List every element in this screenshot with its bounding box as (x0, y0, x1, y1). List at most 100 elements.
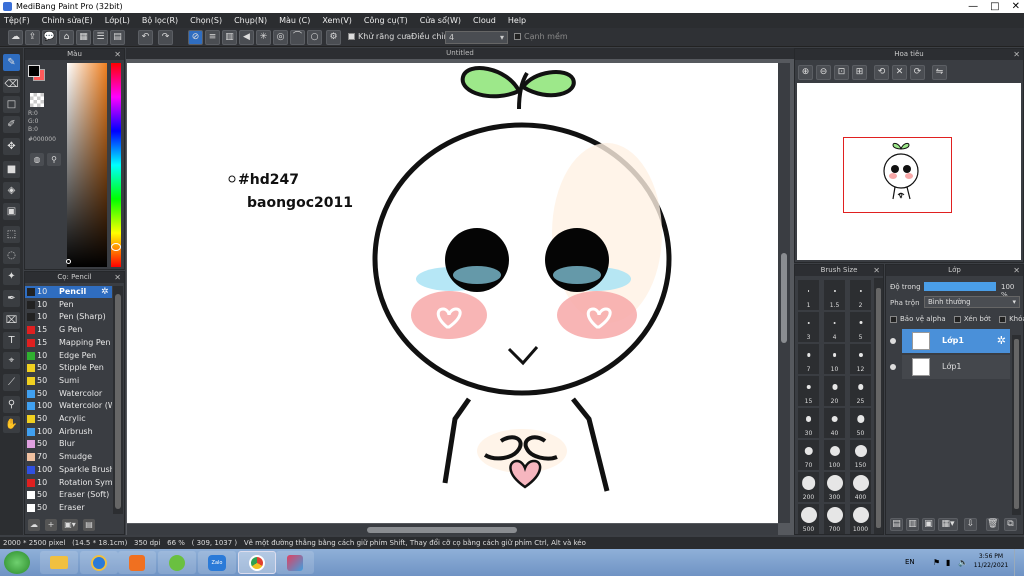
brush-menu-icon[interactable]: ▣▾ (62, 519, 78, 531)
zoom-out-icon[interactable]: ⊖ (816, 65, 831, 80)
scrollbar-thumb[interactable] (1014, 339, 1019, 509)
close-icon[interactable]: ✕ (114, 272, 121, 283)
brush-size-option[interactable]: 700 (824, 504, 845, 534)
brush-size-option[interactable]: 50 (850, 408, 871, 438)
language-indicator[interactable]: EN (905, 558, 915, 566)
curve-snap-icon[interactable]: ⌒ (290, 30, 305, 45)
media-player-icon[interactable] (118, 551, 156, 574)
scrollbar-thumb[interactable] (115, 294, 121, 509)
gradient-tool-icon[interactable]: ▣ (3, 203, 20, 220)
clipping-checkbox[interactable] (953, 315, 961, 323)
hue-slider-handle[interactable] (111, 243, 121, 251)
magic-wand-tool-icon[interactable]: ✦ (3, 268, 20, 285)
brush-tool-icon[interactable]: ✎ (3, 54, 20, 71)
eraser-tool-icon[interactable]: ⌫ (3, 76, 20, 93)
select-pen-tool-icon[interactable]: ✒ (3, 290, 20, 307)
share-icon[interactable]: ⌂ (59, 30, 74, 45)
menu-tools[interactable]: Công cụ(T) (364, 16, 408, 25)
merge-down-icon[interactable]: ⇩ (964, 518, 977, 531)
brush-size-scrollbar[interactable] (874, 278, 883, 534)
adjust-select[interactable]: 4 ▾ (445, 31, 508, 44)
close-icon[interactable]: ✕ (1013, 265, 1020, 276)
brush-size-option[interactable]: 1.5 (824, 280, 845, 310)
brush-item[interactable]: 15 G Pen (25, 324, 112, 336)
new-layer-icon[interactable]: ▤ (890, 518, 903, 531)
brush-item[interactable]: 70 Smudge (25, 451, 112, 463)
brush-item[interactable]: 50 Sumi (25, 375, 112, 387)
lock-checkbox[interactable] (999, 315, 1007, 323)
brush-item[interactable]: 10 Pen (Sharp) (25, 311, 112, 323)
brush-settings-gear-icon[interactable]: ✲ (101, 287, 109, 297)
brush-size-option[interactable]: 25 (850, 376, 871, 406)
comment-icon[interactable]: 💬 (42, 30, 57, 45)
brush-size-option[interactable]: 70 (798, 440, 819, 470)
menu-cloud[interactable]: Cloud (473, 16, 496, 25)
brush-size-option[interactable]: 400 (850, 472, 871, 502)
brush-size-option[interactable]: 200 (798, 472, 819, 502)
paint-app-icon[interactable] (276, 551, 314, 574)
brush-size-option[interactable]: 100 (824, 440, 845, 470)
brush-size-option[interactable]: 5 (850, 312, 871, 342)
snap-settings-icon[interactable]: ⚙ (326, 30, 341, 45)
add-brush-icon[interactable]: + (45, 519, 57, 531)
menu-color[interactable]: Màu (C) (279, 16, 310, 25)
eyedropper-tool-icon[interactable]: ⚲ (3, 396, 20, 413)
lasso-tool-icon[interactable]: ◌ (3, 247, 20, 264)
fill-tool-icon[interactable]: ◈ (3, 182, 20, 199)
layer-settings-gear-icon[interactable]: ✲ (997, 334, 1006, 347)
edge-checkbox[interactable] (514, 33, 521, 40)
reset-rotation-icon[interactable]: ✕ (892, 65, 907, 80)
navigator-preview[interactable] (797, 83, 1021, 260)
radial-snap-icon[interactable]: ✳ (256, 30, 271, 45)
tray-volume-icon[interactable]: 🔈 (958, 558, 968, 567)
brush-item[interactable]: 50 Stipple Pen (25, 362, 112, 374)
saturation-value-picker[interactable] (67, 63, 107, 267)
brush-item[interactable]: 10 Rotation Symm (25, 477, 112, 489)
scrollbar-thumb[interactable] (367, 527, 517, 533)
layer-menu-icon[interactable]: ▦▾ (938, 518, 958, 531)
upload-icon[interactable]: ⇪ (25, 30, 40, 45)
brush-item[interactable]: 100 Airbrush (25, 426, 112, 438)
scrollbar-thumb[interactable] (781, 253, 787, 343)
ring-snap-icon[interactable]: ○ (307, 30, 322, 45)
close-button[interactable]: ✕ (1012, 0, 1020, 13)
foreground-color-swatch[interactable] (28, 65, 40, 77)
brush-item[interactable]: 100 Watercolor (W (25, 400, 112, 412)
tray-network-icon[interactable]: ▮ (946, 558, 950, 567)
protect-alpha-checkbox[interactable] (890, 315, 897, 323)
show-desktop-button[interactable] (1014, 549, 1024, 576)
zalo-icon[interactable]: Zalo (198, 551, 236, 574)
operation-tool-icon[interactable]: ⌖ (3, 352, 20, 369)
scrollbar-thumb[interactable] (876, 288, 881, 528)
eyedropper-icon[interactable]: ⚲ (47, 153, 61, 166)
close-icon[interactable]: ✕ (873, 265, 880, 276)
parallel-snap-icon[interactable]: ≡ (205, 30, 220, 45)
vanish-snap-icon[interactable]: ◀ (239, 30, 254, 45)
brush-size-option[interactable]: 1 (798, 280, 819, 310)
brush-item[interactable]: 50 Watercolor (25, 388, 112, 400)
menu-file[interactable]: Tệp(F) (4, 16, 30, 25)
brush-size-option[interactable]: 4 (824, 312, 845, 342)
brush-size-option[interactable]: 1000 (850, 504, 871, 534)
brush-item[interactable]: 10 Edge Pen (25, 350, 112, 362)
list-icon[interactable]: ☰ (93, 30, 108, 45)
brush-size-option[interactable]: 40 (824, 408, 845, 438)
layer-visibility-toggle[interactable] (886, 355, 900, 379)
close-icon[interactable]: ✕ (114, 49, 121, 60)
cloud-icon[interactable]: ☁ (8, 30, 23, 45)
document-canvas[interactable]: #hd247 baongoc2011 (127, 63, 778, 523)
redo-icon[interactable]: ↷ (158, 30, 173, 45)
brush-size-option[interactable]: 15 (798, 376, 819, 406)
rotate-right-icon[interactable]: ⟳ (910, 65, 925, 80)
zoom-in-icon[interactable]: ⊕ (798, 65, 813, 80)
brush-item[interactable]: 50 Acrylic (25, 413, 112, 425)
actual-size-icon[interactable]: ⊞ (852, 65, 867, 80)
blend-mode-select[interactable]: Bình thường ▾ (924, 296, 1020, 308)
delete-layer-icon[interactable]: 🗑 (986, 518, 999, 531)
brush-item[interactable]: 10 Pencil (25, 286, 112, 298)
select-eraser-tool-icon[interactable]: ⌧ (3, 312, 20, 329)
internet-explorer-icon[interactable] (80, 551, 118, 574)
brush-cloud-icon[interactable]: ☁ (28, 519, 40, 531)
fit-screen-icon[interactable]: ⊡ (834, 65, 849, 80)
brush-item[interactable]: 50 Eraser (Soft) (25, 489, 112, 501)
